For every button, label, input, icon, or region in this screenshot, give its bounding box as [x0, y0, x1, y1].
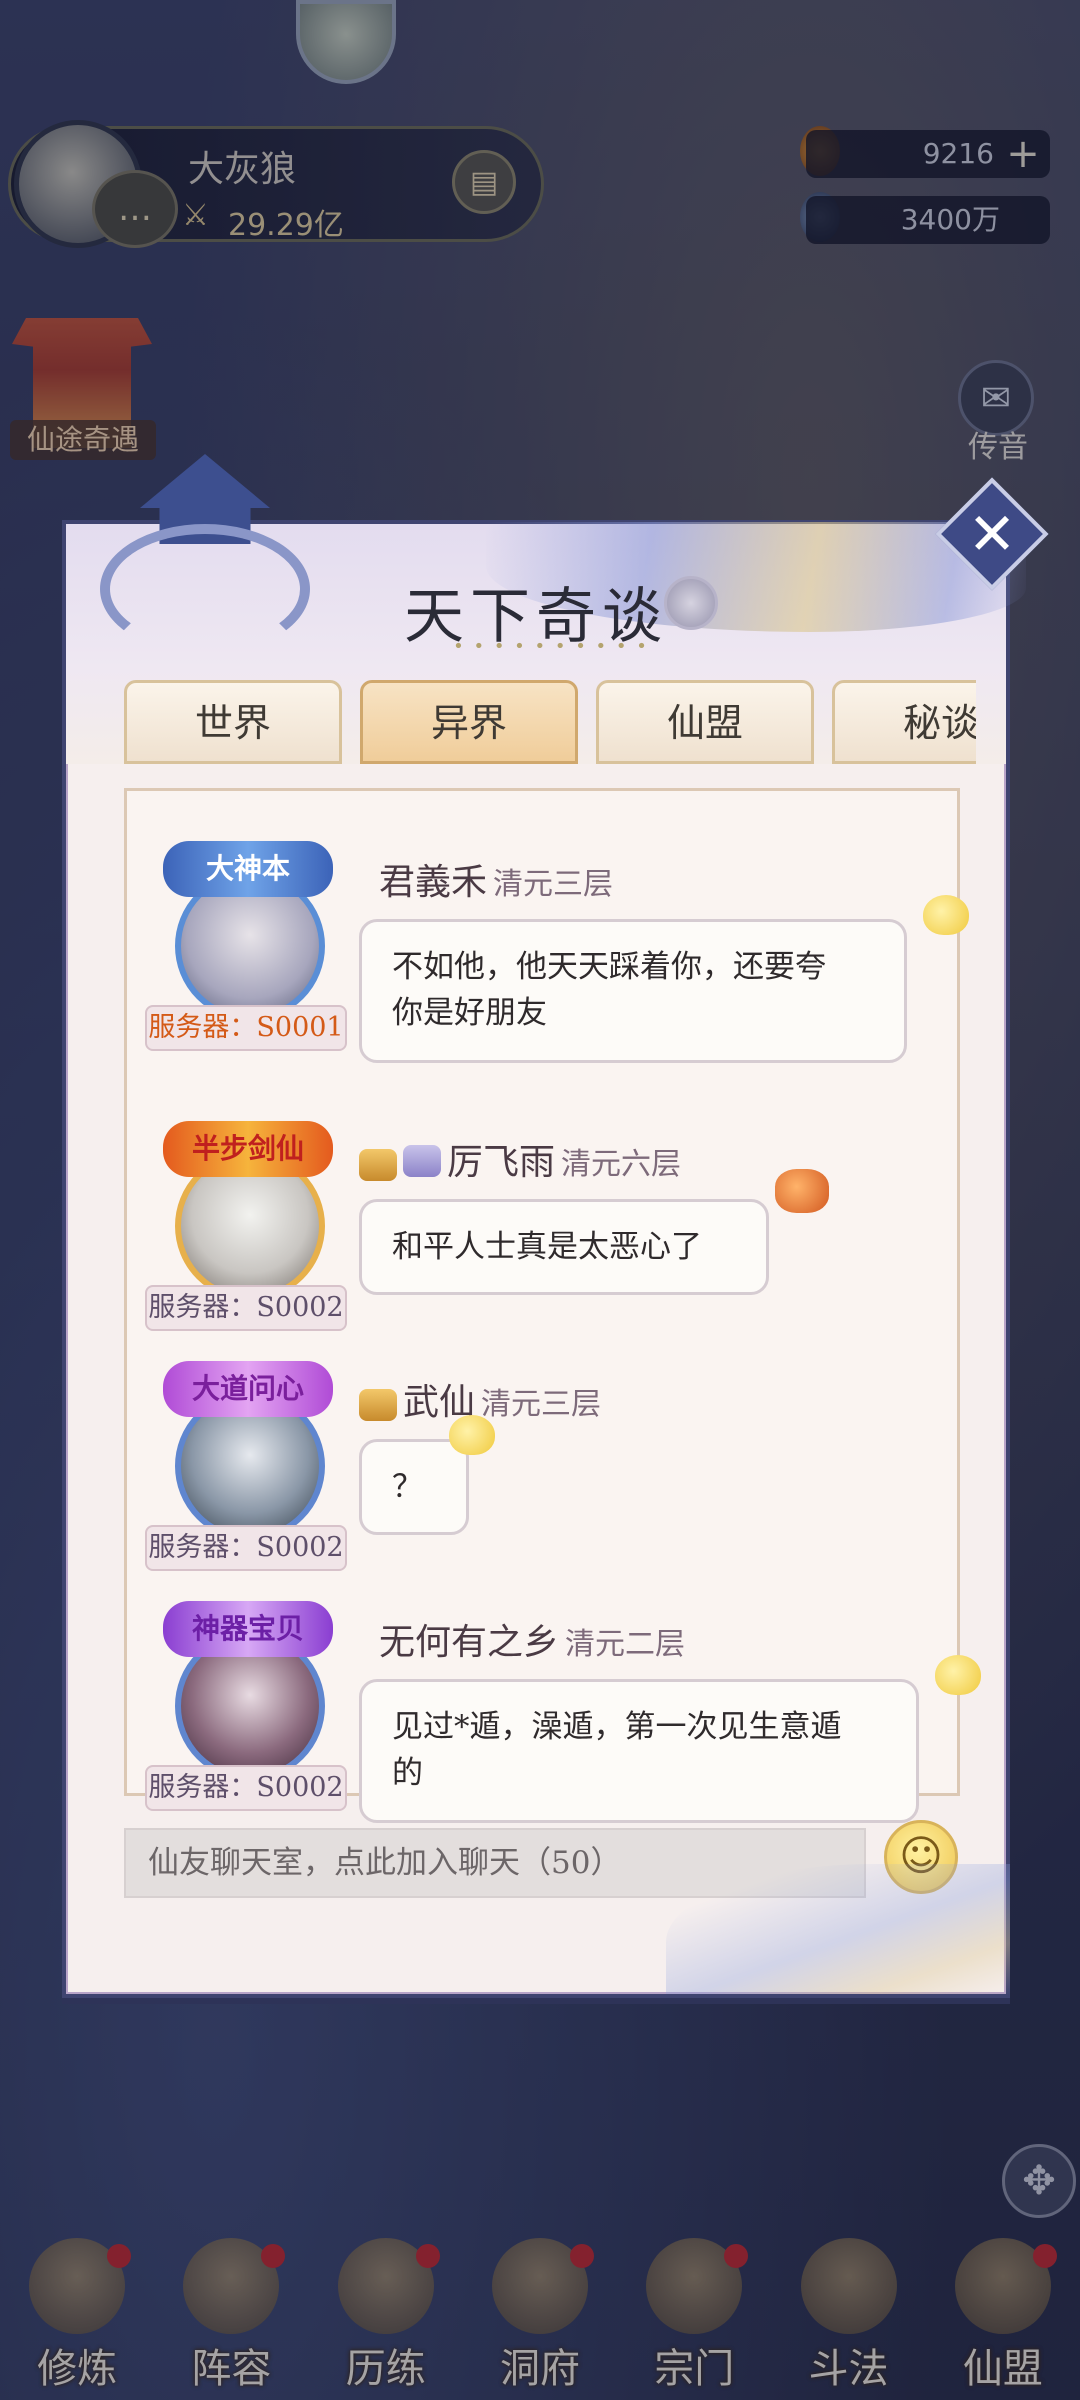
channel-tabs: 世界 异界 仙盟 秘谈	[124, 680, 976, 764]
avatar-title-badge: 神器宝贝	[163, 1601, 333, 1657]
title-badge-icon	[664, 576, 718, 630]
sender-avatar-wrap[interactable]: 大道问心 服务器：S0002	[145, 1361, 347, 1571]
tab-secret[interactable]: 秘谈	[832, 680, 976, 764]
tab-otherworld[interactable]: 异界	[360, 680, 578, 764]
sender-level: 清元三层	[481, 1387, 602, 1422]
message-line: 和平人士真是太恶心了	[392, 1229, 702, 1265]
sender-avatar-wrap[interactable]: 神器宝贝 服务器：S0002	[145, 1601, 347, 1811]
sender-name-text: 无何有之乡	[379, 1622, 560, 1663]
server-tag: 服务器：S0002	[145, 1765, 347, 1811]
server-tag: 服务器：S0002	[145, 1525, 347, 1571]
duck-sticker-icon	[923, 895, 969, 935]
message-line: 的	[392, 1755, 423, 1791]
sender-name-text: 君義禾	[379, 862, 488, 903]
avatar-title-badge: 大道问心	[163, 1361, 333, 1417]
tab-world[interactable]: 世界	[124, 680, 342, 764]
tab-alliance[interactable]: 仙盟	[596, 680, 814, 764]
avatar-title-badge: 大神本	[163, 841, 333, 897]
message-line: ？	[392, 1469, 423, 1505]
sender-name[interactable]: 厉飞雨 清元六层	[447, 1133, 681, 1185]
sender-level: 清元三层	[493, 867, 614, 902]
sender-name[interactable]: 无何有之乡 清元二层	[379, 1613, 685, 1665]
sender-name[interactable]: 武仙 清元三层	[403, 1373, 601, 1425]
server-tag: 服务器：S0001	[145, 1005, 347, 1051]
chat-message-list[interactable]: 大神本 服务器：S0001 君義禾 清元三层 不如他，他天天踩着你，还要夸 你是好…	[124, 788, 981, 1823]
title-ornament: • • • • • • • • • •	[453, 636, 649, 657]
message-bubble[interactable]: ？	[359, 1439, 469, 1535]
rank-badge-icon	[359, 1389, 397, 1421]
dragon-sticker-icon	[775, 1169, 829, 1213]
message-bubble[interactable]: 不如他，他天天踩着你，还要夸 你是好朋友	[359, 919, 907, 1063]
message-line: 见过*遁，澡遁，第一次见生意遁	[392, 1709, 842, 1745]
sender-name[interactable]: 君義禾 清元三层	[379, 853, 613, 905]
sender-avatar-wrap[interactable]: 大神本 服务器：S0001	[145, 841, 347, 1051]
sender-name-text: 厉飞雨	[447, 1142, 556, 1183]
wings-badge-icon	[403, 1145, 441, 1177]
close-icon[interactable]: ✕	[952, 494, 1032, 574]
message-bubble[interactable]: 见过*遁，澡遁，第一次见生意遁 的	[359, 1679, 919, 1823]
message-line: 你是好朋友	[392, 995, 547, 1031]
message-line: 不如他，他天天踩着你，还要夸	[392, 949, 826, 985]
duck-sticker-icon	[935, 1655, 981, 1695]
sender-level: 清元二层	[565, 1627, 686, 1662]
duck-sticker-icon	[449, 1415, 495, 1455]
avatar-title-badge: 半步剑仙	[163, 1121, 333, 1177]
server-tag: 服务器：S0002	[145, 1285, 347, 1331]
rank-badge-icon	[359, 1149, 397, 1181]
message-bubble[interactable]: 和平人士真是太恶心了	[359, 1199, 769, 1295]
chat-dialog: 天下奇谈 • • • • • • • • • • 世界 异界 仙盟 秘谈 大神本…	[62, 454, 1026, 1998]
sender-avatar-wrap[interactable]: 半步剑仙 服务器：S0002	[145, 1121, 347, 1331]
sender-level: 清元六层	[561, 1147, 682, 1182]
